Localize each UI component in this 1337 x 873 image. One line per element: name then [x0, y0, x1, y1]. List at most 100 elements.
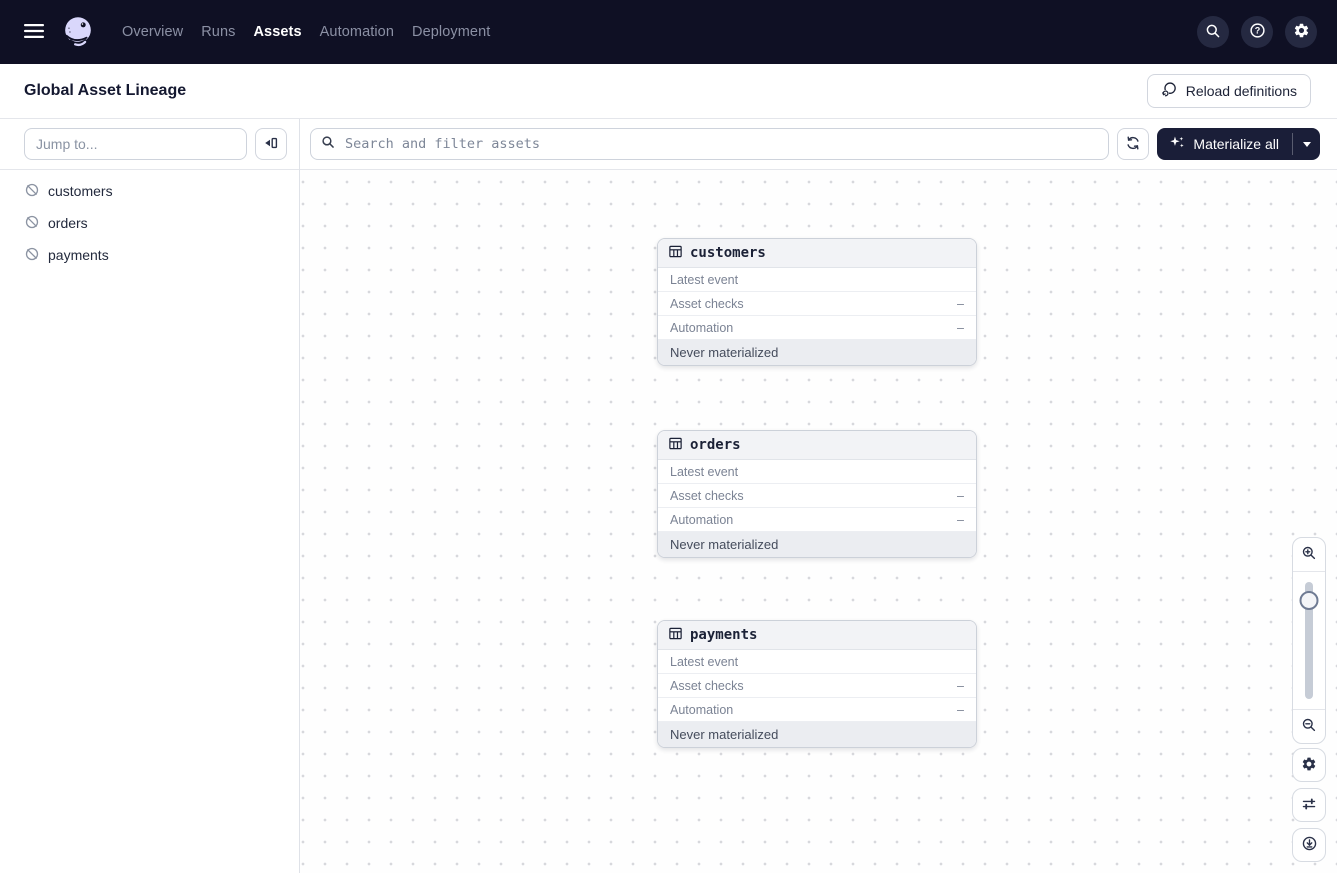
refresh-icon [1125, 135, 1141, 154]
graph-filters-button[interactable] [1292, 788, 1326, 822]
lineage-canvas[interactable]: customers Latest event Asset checks – Au… [300, 170, 1337, 873]
row-value: – [957, 702, 964, 717]
tune-filter-icon [1301, 796, 1317, 815]
hamburger-icon [24, 23, 44, 42]
asset-sidebar: customers orders payments [0, 119, 300, 873]
dagster-logo[interactable] [58, 12, 98, 52]
node-status: Never materialized [658, 532, 976, 557]
asset-node-title: orders [690, 437, 741, 453]
hamburger-menu-button[interactable] [14, 12, 54, 52]
row-value: – [957, 296, 964, 311]
asset-node-header: orders [658, 431, 976, 460]
node-status: Never materialized [658, 340, 976, 365]
search-button[interactable] [1197, 16, 1229, 48]
table-icon [668, 244, 683, 263]
main-nav-items: Overview Runs Assets Automation Deployme… [122, 24, 490, 40]
zoom-control-panel [1292, 537, 1326, 744]
row-value: – [957, 320, 964, 335]
search-icon [1205, 23, 1221, 42]
node-row-latest-event: Latest event [658, 460, 976, 484]
asset-name-label: customers [48, 183, 113, 199]
row-label: Automation [670, 320, 734, 335]
table-icon [668, 436, 683, 455]
node-row-latest-event: Latest event [658, 268, 976, 292]
gear-icon [1293, 22, 1310, 42]
table-icon [668, 626, 683, 645]
nav-item-overview[interactable]: Overview [122, 24, 183, 40]
zoom-out-icon [1301, 717, 1317, 736]
jump-to-input[interactable] [24, 128, 247, 160]
recenter-view-button[interactable] [1292, 828, 1326, 862]
code-location-reload-icon [1161, 81, 1178, 101]
chevron-down-icon [1302, 141, 1311, 147]
top-nav: Overview Runs Assets Automation Deployme… [0, 0, 1337, 64]
never-materialized-icon [24, 214, 40, 233]
row-label: Automation [670, 702, 734, 717]
help-icon: ? [1249, 22, 1266, 42]
nav-item-deployment[interactable]: Deployment [412, 24, 490, 40]
reload-definitions-label: Reload definitions [1185, 83, 1297, 99]
materialize-all-split-button: Materialize all [1157, 128, 1320, 160]
nav-item-assets[interactable]: Assets [253, 24, 301, 40]
row-label: Asset checks [670, 296, 744, 311]
asset-name-label: orders [48, 215, 88, 231]
materialize-all-label: Materialize all [1193, 136, 1279, 152]
asset-list: customers orders payments [0, 170, 299, 276]
row-label: Latest event [670, 272, 739, 287]
body-row: customers orders payments [0, 119, 1337, 873]
node-status: Never materialized [658, 722, 976, 747]
svg-text:?: ? [1254, 26, 1260, 36]
node-row-asset-checks: Asset checks – [658, 674, 976, 698]
panel-collapse-icon [263, 135, 279, 154]
materialize-sparkle-icon [1170, 135, 1185, 153]
zoom-in-icon [1301, 545, 1317, 564]
refresh-graph-button[interactable] [1117, 128, 1150, 160]
node-row-automation: Automation – [658, 316, 976, 340]
nav-item-runs[interactable]: Runs [201, 24, 235, 40]
page-title: Global Asset Lineage [24, 82, 187, 99]
asset-node-payments[interactable]: payments Latest event Asset checks – Aut… [657, 620, 977, 748]
top-nav-actions: ? [1197, 16, 1317, 48]
graph-settings-button[interactable] [1292, 748, 1326, 782]
sidebar-item-payments[interactable]: payments [0, 239, 299, 271]
row-label: Latest event [670, 464, 739, 479]
page-header: Global Asset Lineage Reload definitions [0, 64, 1337, 119]
never-materialized-icon [24, 246, 40, 265]
recenter-download-icon [1301, 835, 1318, 855]
asset-search-input[interactable] [343, 135, 1099, 153]
gear-icon [1301, 756, 1317, 775]
asset-node-customers[interactable]: customers Latest event Asset checks – Au… [657, 238, 977, 366]
zoom-out-button[interactable] [1293, 709, 1325, 743]
sidebar-item-customers[interactable]: customers [0, 175, 299, 207]
reload-definitions-button[interactable]: Reload definitions [1146, 74, 1311, 108]
materialize-options-button[interactable] [1293, 128, 1320, 160]
node-row-asset-checks: Asset checks – [658, 292, 976, 316]
row-value: – [957, 678, 964, 693]
lineage-main: Materialize all customers [300, 119, 1337, 873]
nav-item-automation[interactable]: Automation [320, 24, 394, 40]
row-label: Latest event [670, 654, 739, 669]
node-row-automation: Automation – [658, 698, 976, 722]
node-row-latest-event: Latest event [658, 650, 976, 674]
asset-node-header: payments [658, 621, 976, 650]
zoom-slider[interactable] [1293, 572, 1325, 709]
zoom-in-button[interactable] [1293, 538, 1325, 572]
asset-name-label: payments [48, 247, 109, 263]
collapse-sidebar-button[interactable] [255, 128, 287, 160]
zoom-slider-knob[interactable] [1299, 591, 1319, 610]
asset-node-title: payments [690, 627, 758, 643]
node-row-automation: Automation – [658, 508, 976, 532]
asset-node-header: customers [658, 239, 976, 268]
sidebar-item-orders[interactable]: orders [0, 207, 299, 239]
asset-search-box [310, 128, 1110, 160]
help-button[interactable]: ? [1241, 16, 1273, 48]
materialize-all-button[interactable]: Materialize all [1157, 128, 1292, 160]
asset-node-orders[interactable]: orders Latest event Asset checks – Autom… [657, 430, 977, 558]
graph-toolbar: Materialize all [300, 119, 1337, 170]
asset-node-title: customers [690, 245, 766, 261]
row-value: – [957, 488, 964, 503]
user-settings-button[interactable] [1285, 16, 1317, 48]
app-root: Overview Runs Assets Automation Deployme… [0, 0, 1337, 873]
search-icon [321, 135, 335, 154]
row-value: – [957, 512, 964, 527]
